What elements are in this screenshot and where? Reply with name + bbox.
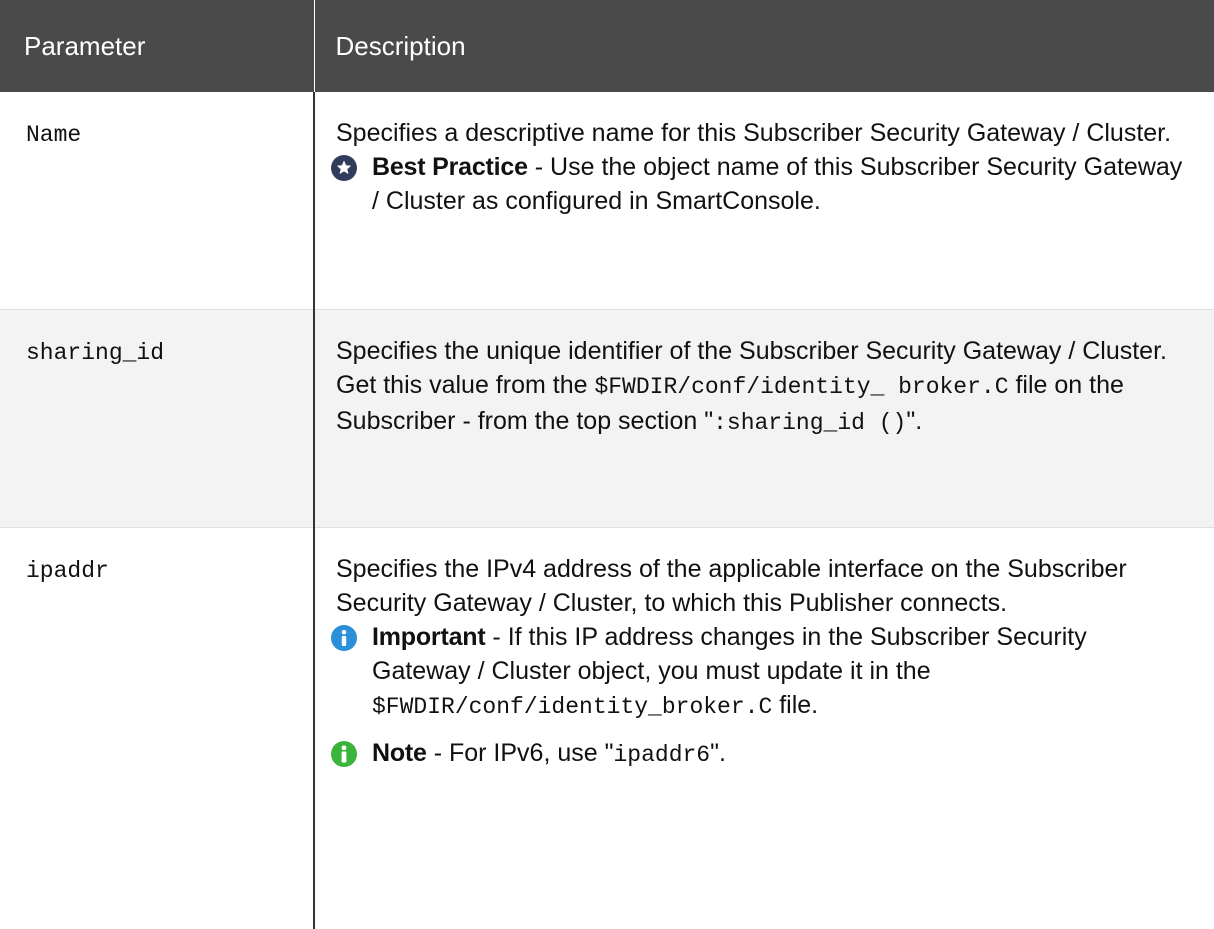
note-label: Best Practice <box>372 153 528 181</box>
note-label: Note <box>372 738 427 767</box>
description-text-2: Get this value from the $FWDIR/conf/iden… <box>336 370 1124 436</box>
description-text: Specifies the IPv4 address of the applic… <box>336 554 1127 617</box>
header-description: Description <box>313 0 1214 92</box>
description-cell: Specifies a descriptive name for this Su… <box>314 92 1214 310</box>
table-row: Name Specifies a descriptive name for th… <box>0 92 1214 310</box>
best-practice-star-icon <box>331 155 357 181</box>
description-text: Specifies the unique identifier of the S… <box>336 336 1167 365</box>
param-name: sharing_id <box>0 309 315 528</box>
description-text: Specifies a descriptive name for this Su… <box>336 119 1172 147</box>
file-path-code: $FWDIR/conf/identity_broker.C <box>372 693 773 720</box>
sharing-id-code: :sharing_id () <box>713 409 907 436</box>
ipv6-note: Note - For IPv6, use "ipaddr6". <box>330 736 1192 772</box>
param-name: ipaddr <box>0 527 315 929</box>
note-info-icon <box>331 740 357 767</box>
important-note: Important - If this IP address changes i… <box>330 620 1192 724</box>
table-header-row: Parameter Description <box>0 0 1214 92</box>
best-practice-note: Best Practice - Use the object name of t… <box>330 150 1192 218</box>
description-cell: Specifies the unique identifier of the S… <box>314 309 1214 528</box>
description-cell: Specifies the IPv4 address of the applic… <box>314 527 1214 929</box>
parameters-table: Parameter Description Name Specifies a d… <box>0 0 1214 929</box>
important-label: Important <box>372 622 486 651</box>
table-row: ipaddr Specifies the IPv4 address of the… <box>0 527 1214 929</box>
ipaddr6-code: ipaddr6 <box>613 741 711 768</box>
file-path-code: $FWDIR/conf/identity_ broker.C <box>594 373 1009 400</box>
param-name: Name <box>0 92 315 310</box>
info-icon <box>331 624 357 651</box>
header-parameter: Parameter <box>0 0 314 92</box>
table-row: sharing_id Specifies the unique identifi… <box>0 309 1214 528</box>
